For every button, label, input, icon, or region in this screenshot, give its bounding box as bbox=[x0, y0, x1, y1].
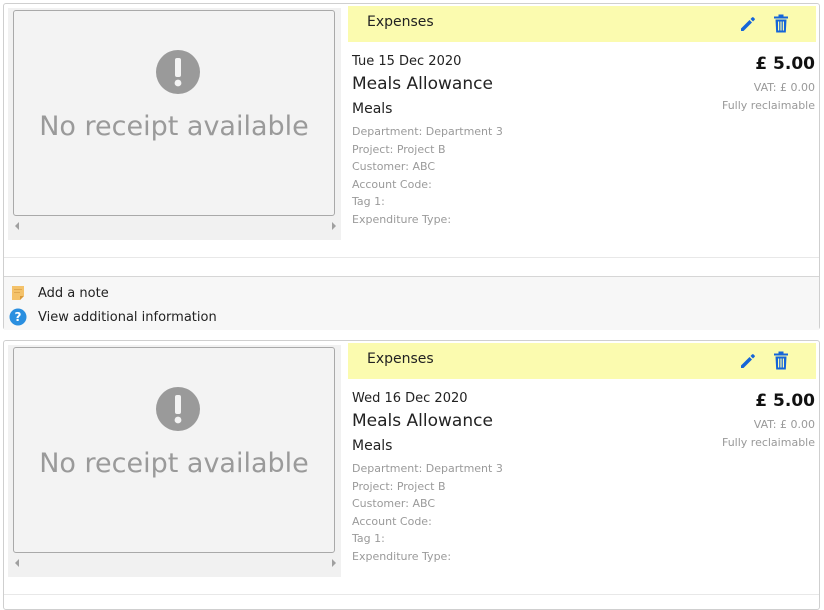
meta-expenditure-type: Expenditure Type: bbox=[352, 212, 452, 226]
receipt-area: No receipt available bbox=[8, 345, 341, 577]
edit-pencil-icon[interactable] bbox=[739, 352, 757, 370]
scroll-right-arrow-icon[interactable] bbox=[332, 559, 336, 567]
expense-header: Expenses bbox=[348, 343, 816, 379]
view-additional-info-link[interactable]: ? View additional information bbox=[9, 307, 217, 327]
expense-title: Meals Allowance bbox=[352, 411, 493, 431]
meta-expenditure-type: Expenditure Type: bbox=[352, 549, 452, 563]
scroll-left-arrow-icon[interactable] bbox=[15, 222, 19, 230]
expense-meta-list: Department: Department 3 Project: Projec… bbox=[352, 123, 503, 228]
receipt-placeholder: No receipt available bbox=[13, 347, 335, 553]
expense-type-label: Expenses bbox=[367, 14, 434, 30]
expense-amount: £ 5.00 bbox=[755, 391, 815, 411]
delete-trash-icon[interactable] bbox=[773, 14, 789, 33]
expense-date: Wed 16 Dec 2020 bbox=[352, 391, 468, 406]
receipt-area: No receipt available bbox=[8, 8, 341, 240]
expense-vat: VAT: £ 0.00 bbox=[753, 81, 815, 94]
meta-project: Project: Project B bbox=[352, 142, 446, 156]
divider bbox=[4, 594, 819, 595]
expense-category: Meals bbox=[352, 101, 393, 117]
expense-meta-list: Department: Department 3 Project: Projec… bbox=[352, 460, 503, 565]
expense-card: No receipt available Expenses Tue 15 Dec… bbox=[3, 3, 820, 330]
meta-customer: Customer: ABC bbox=[352, 497, 435, 510]
meta-tag-1: Tag 1: bbox=[352, 532, 385, 545]
view-info-label: View additional information bbox=[38, 309, 217, 325]
add-note-label: Add a note bbox=[38, 285, 109, 301]
meta-customer: Customer: ABC bbox=[352, 160, 435, 173]
no-receipt-text: No receipt available bbox=[39, 448, 309, 479]
expense-card-footer: Add a note ? View additional information bbox=[4, 276, 819, 330]
note-icon bbox=[12, 286, 24, 300]
reclaim-status: Fully reclaimable bbox=[721, 436, 815, 449]
scroll-right-arrow-icon[interactable] bbox=[332, 222, 336, 230]
alert-icon bbox=[156, 387, 200, 431]
expense-category: Meals bbox=[352, 438, 393, 454]
svg-text:?: ? bbox=[15, 310, 22, 324]
reclaim-status: Fully reclaimable bbox=[721, 99, 815, 112]
meta-department: Department: Department 3 bbox=[352, 125, 503, 138]
meta-project: Project: Project B bbox=[352, 479, 446, 493]
expense-card: No receipt available Expenses Wed 16 Dec… bbox=[3, 340, 820, 610]
expense-header: Expenses bbox=[348, 6, 816, 42]
meta-account-code: Account Code: bbox=[352, 514, 432, 528]
delete-trash-icon[interactable] bbox=[773, 351, 789, 370]
edit-pencil-icon[interactable] bbox=[739, 15, 757, 33]
help-info-icon: ? bbox=[9, 308, 27, 326]
meta-department: Department: Department 3 bbox=[352, 462, 503, 475]
meta-tag-1: Tag 1: bbox=[352, 195, 385, 208]
expense-type-label: Expenses bbox=[367, 351, 434, 367]
add-note-link[interactable]: Add a note bbox=[9, 283, 109, 303]
expense-amount: £ 5.00 bbox=[755, 54, 815, 74]
alert-icon bbox=[156, 50, 200, 94]
receipt-placeholder: No receipt available bbox=[13, 10, 335, 216]
expense-vat: VAT: £ 0.00 bbox=[753, 418, 815, 431]
scroll-left-arrow-icon[interactable] bbox=[15, 559, 19, 567]
expense-date: Tue 15 Dec 2020 bbox=[352, 54, 462, 69]
meta-account-code: Account Code: bbox=[352, 177, 432, 191]
expense-title: Meals Allowance bbox=[352, 74, 493, 94]
no-receipt-text: No receipt available bbox=[39, 111, 309, 142]
divider bbox=[4, 257, 819, 258]
